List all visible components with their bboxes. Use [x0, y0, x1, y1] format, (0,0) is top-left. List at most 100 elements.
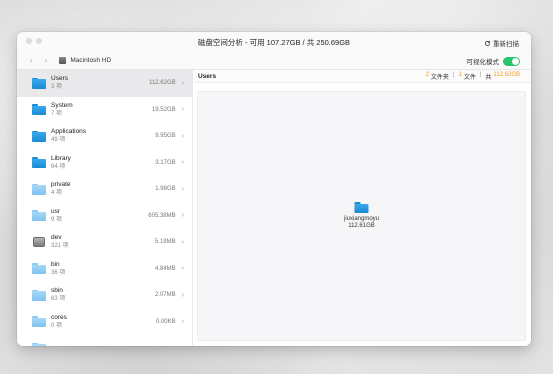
folder-item-count: 64 项 — [51, 163, 66, 170]
folder-name: sbin — [51, 287, 63, 295]
folder-icon — [32, 157, 46, 169]
chevron-right-icon: › — [181, 132, 184, 140]
folder-meta: Library 64 项 — [51, 154, 155, 172]
stats-divider: | — [479, 71, 482, 78]
folder-row[interactable]: dev 321 项 5.19MB › — [17, 229, 192, 256]
chevron-right-icon: › — [181, 291, 184, 299]
back-button[interactable]: ‹ — [30, 56, 33, 65]
folder-icon — [354, 202, 369, 213]
folder-name: Users — [51, 75, 68, 83]
folder-row[interactable]: sbin 63 项 2.07MB › — [17, 282, 192, 309]
folder-name: dev — [51, 234, 62, 242]
title-bar: 磁盘空间分析 - 可用 107.27GB / 共 250.69GB 重新扫描 — [17, 32, 531, 52]
folder-meta: dev 321 项 — [51, 233, 155, 251]
folder-meta: sbin 63 项 — [51, 286, 155, 304]
folder-row[interactable]: private 4 项 1.98GB › — [17, 176, 192, 203]
stats-divider: | — [452, 71, 455, 78]
chevron-right-icon: › — [181, 318, 184, 326]
folder-icon — [32, 104, 46, 116]
folder-icon — [32, 263, 46, 275]
chevron-right-icon: › — [181, 238, 184, 246]
folder-row[interactable]: Applications 49 项 9.95GB › — [17, 123, 192, 150]
chevron-right-icon: › — [44, 56, 48, 65]
folder-item-count: 321 项 — [51, 243, 69, 250]
chevron-right-icon: › — [181, 106, 184, 114]
folder-row[interactable]: usr 9 项 605.38MB › — [17, 203, 192, 230]
folder-meta: usr 9 项 — [51, 207, 148, 225]
visualization-canvas[interactable]: jiuxiangmoyu 112.61GB — [197, 91, 526, 341]
folder-size: 112.62GB — [149, 80, 176, 87]
folder-name: cores — [51, 313, 67, 321]
visual-mode-control: 可视化模式 — [466, 56, 520, 66]
folder-icon — [32, 289, 46, 301]
total-label: 共 — [485, 74, 492, 81]
folder-list: Users 3 项 112.62GB › System 7 项 19.52GB › Applic… — [17, 70, 193, 346]
visual-folder-size: 112.61GB — [348, 223, 375, 229]
folder-item-count: 9 项 — [51, 216, 63, 223]
folder-name: Library — [51, 154, 71, 162]
folder-name: Applications — [51, 128, 87, 136]
hard-drive-icon — [59, 57, 67, 64]
folder-size: 1.98GB — [155, 186, 176, 193]
folder-name: private — [51, 181, 71, 189]
detail-stats: 2 文件夹 | 1 文件 | 共 112.62GB — [426, 72, 520, 81]
folders-count: 2 — [425, 71, 429, 78]
folder-item-count: 0 项 — [51, 322, 63, 329]
folder-size: 4.84MB — [154, 265, 176, 272]
visual-folder-name: jiuxiangmoyu — [343, 216, 380, 222]
visual-mode-toggle[interactable] — [503, 56, 520, 66]
chevron-right-icon: › — [181, 265, 184, 273]
folder-meta: private 4 项 — [51, 180, 155, 198]
folder-icon — [32, 210, 46, 222]
folder-name: tmp — [51, 344, 184, 346]
app-window: 磁盘空间分析 - 可用 107.27GB / 共 250.69GB 重新扫描 ‹… — [17, 32, 531, 346]
folder-icon — [32, 183, 46, 195]
folder-size: 2.07MB — [154, 292, 176, 299]
detail-title: Users — [198, 72, 217, 80]
folder-meta: cores 0 项 — [51, 313, 156, 331]
forward-button[interactable]: › — [45, 56, 48, 65]
chevron-left-icon: ‹ — [30, 56, 33, 65]
folder-size: 605.38MB — [148, 212, 176, 219]
chevron-right-icon: › — [181, 185, 184, 193]
rescan-button[interactable]: 重新扫描 — [484, 38, 519, 48]
visual-folder-item[interactable]: jiuxiangmoyu 112.61GB — [344, 202, 379, 229]
folder-meta: tmp — [51, 344, 184, 346]
folder-row[interactable]: Library 64 项 3.17GB › — [17, 150, 192, 177]
disk-label: Macintosh HD — [70, 57, 112, 64]
folder-name: System — [51, 101, 73, 109]
folder-row[interactable]: bin 36 项 4.84MB › — [17, 256, 192, 283]
folders-label: 文件夹 — [430, 74, 449, 81]
detail-header: Users 2 文件夹 | 1 文件 | 共 112.62GB — [194, 70, 531, 83]
minimize-window-button[interactable] — [36, 38, 42, 44]
folder-icon — [32, 316, 46, 328]
folder-row[interactable]: Users 3 项 112.62GB › — [17, 70, 192, 97]
folder-size: 3.17GB — [155, 159, 176, 166]
folder-name: usr — [51, 207, 61, 215]
folder-row[interactable]: tmp — [17, 335, 192, 346]
folder-item-count: 63 项 — [51, 296, 66, 303]
close-window-button[interactable] — [26, 38, 32, 44]
chevron-right-icon: › — [181, 159, 184, 167]
window-title: 磁盘空间分析 - 可用 107.27GB / 共 250.69GB — [197, 37, 351, 47]
folder-meta: bin 36 项 — [51, 260, 155, 278]
folder-icon — [32, 77, 46, 89]
chevron-right-icon: › — [181, 79, 184, 87]
files-count: 1 — [458, 71, 462, 78]
window-controls — [26, 38, 42, 44]
folder-meta: System 7 项 — [51, 101, 152, 119]
rescan-label: 重新扫描 — [493, 41, 519, 48]
folder-meta: Users 3 项 — [51, 74, 149, 92]
folder-name: bin — [51, 260, 60, 268]
folder-meta: Applications 49 项 — [51, 127, 155, 145]
folder-item-count: 7 项 — [51, 110, 63, 117]
folder-size: 5.19MB — [154, 239, 176, 246]
folder-size: 0.00KB — [155, 318, 176, 325]
total-size: 112.62GB — [493, 71, 520, 78]
visual-mode-label: 可视化模式 — [466, 59, 500, 66]
folder-size: 9.95GB — [155, 133, 176, 140]
breadcrumb[interactable]: Macintosh HD — [59, 57, 111, 64]
folder-row[interactable]: System 7 项 19.52GB › — [17, 97, 192, 124]
folder-row[interactable]: cores 0 项 0.00KB › — [17, 309, 192, 336]
refresh-icon — [484, 40, 491, 46]
